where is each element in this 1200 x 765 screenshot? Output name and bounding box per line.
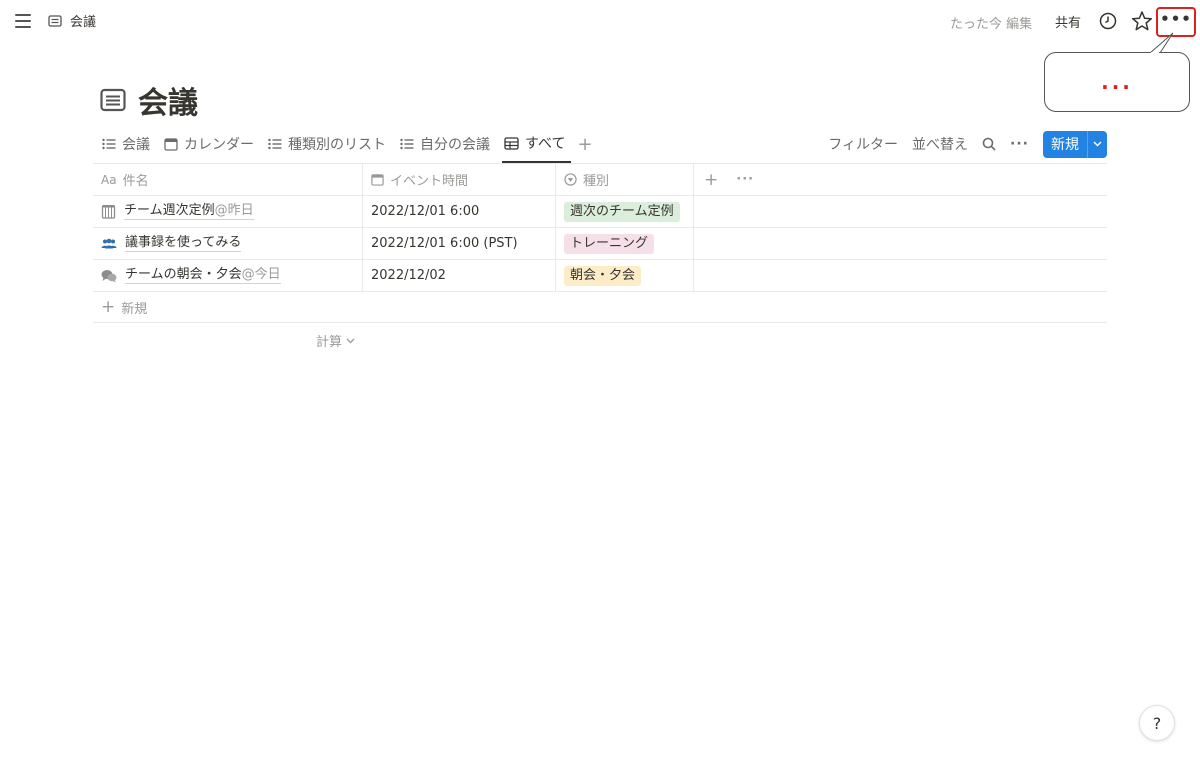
- column-label: 種別: [583, 174, 610, 189]
- tab-list-by-type[interactable]: 種類別のリスト: [266, 130, 392, 158]
- row-name-cell[interactable]: チームの朝会・夕会@今日: [93, 260, 363, 291]
- row-type-cell[interactable]: 週次のチーム定例: [556, 196, 694, 227]
- date-mention: @昨日: [214, 203, 254, 218]
- type-tag: 朝会・夕会: [564, 265, 642, 286]
- document-icon: [100, 88, 126, 112]
- view-tabs: 会議 カレンダー 種類別のリスト 自分の会議 すべて +: [100, 130, 593, 164]
- date-mention: @今日: [241, 267, 281, 282]
- tab-all[interactable]: すべて: [502, 130, 572, 163]
- database-table: Aa 件名 イベント時間 種別 + ··· チーム週次定例@昨日 2022/12…: [93, 163, 1107, 323]
- row-empty-cell: [694, 196, 1107, 227]
- row-type-cell[interactable]: 朝会・夕会: [556, 260, 694, 291]
- more-dots-icon: •••: [1160, 9, 1192, 28]
- select-property-icon: [564, 173, 577, 186]
- row-title-text: チームの朝会・夕会: [125, 267, 242, 282]
- add-column-icon[interactable]: +: [704, 170, 718, 190]
- tab-label: カレンダー: [184, 137, 254, 153]
- add-row-label: 新規: [121, 301, 148, 317]
- people-icon: [101, 238, 117, 248]
- new-button-label: 新規: [1051, 137, 1079, 153]
- row-title-text: チーム週次定例: [124, 203, 215, 218]
- table-header: Aa 件名 イベント時間 種別 + ···: [93, 164, 1107, 196]
- tab-meetings[interactable]: 会議: [100, 130, 156, 158]
- last-edited-text: たった今 編集: [950, 17, 1033, 32]
- star-icon[interactable]: [1131, 10, 1153, 32]
- row-name-cell[interactable]: 議事録を使ってみる: [93, 228, 363, 259]
- column-header-event-time[interactable]: イベント時間: [363, 164, 556, 195]
- row-time-cell[interactable]: 2022/12/01 6:00: [363, 196, 556, 227]
- menu-icon[interactable]: [12, 10, 34, 32]
- column-label: イベント時間: [390, 174, 469, 189]
- add-row-button[interactable]: + 新規: [93, 292, 1107, 323]
- help-button[interactable]: ?: [1139, 705, 1175, 741]
- calculate-button[interactable]: 計算: [316, 331, 355, 350]
- row-title[interactable]: チームの朝会・夕会@今日: [125, 267, 281, 284]
- column-label: 件名: [122, 174, 149, 189]
- list-icon: [400, 138, 414, 150]
- row-empty-cell: [694, 260, 1107, 291]
- tab-label: 会議: [122, 137, 150, 153]
- document-icon: [48, 14, 62, 27]
- view-actions: フィルター 並べ替え ··· 新規: [828, 130, 1107, 158]
- row-title[interactable]: チーム週次定例@昨日: [124, 203, 254, 220]
- tab-calendar[interactable]: カレンダー: [162, 130, 260, 158]
- table-row[interactable]: チームの朝会・夕会@今日 2022/12/02 朝会・夕会: [93, 260, 1107, 292]
- tab-label: すべて: [525, 136, 566, 152]
- row-time-cell[interactable]: 2022/12/02: [363, 260, 556, 291]
- page-title: 会議: [138, 86, 198, 121]
- calculate-label: 計算: [316, 335, 343, 350]
- breadcrumb[interactable]: 会議: [48, 11, 96, 30]
- type-tag: トレーニング: [564, 233, 655, 254]
- add-view-icon[interactable]: +: [577, 130, 592, 158]
- chat-bubbles-icon: [101, 269, 117, 282]
- row-title-text: 議事録を使ってみる: [125, 235, 242, 250]
- row-type-cell[interactable]: トレーニング: [556, 228, 694, 259]
- view-more-icon[interactable]: ···: [1010, 136, 1029, 152]
- tab-label: 自分の会議: [420, 137, 490, 153]
- text-property-icon: Aa: [101, 172, 117, 187]
- new-button[interactable]: 新規: [1043, 130, 1107, 158]
- calendar-grid-icon: [101, 205, 116, 219]
- top-bar: 会議 たった今 編集 共有 •••: [0, 0, 1200, 42]
- chevron-down-icon: [346, 338, 355, 343]
- type-tag: 週次のチーム定例: [564, 201, 680, 222]
- column-header-name[interactable]: Aa 件名: [93, 164, 363, 195]
- more-options-button[interactable]: •••: [1156, 7, 1196, 37]
- share-button[interactable]: 共有: [1055, 12, 1081, 31]
- list-icon: [102, 138, 116, 150]
- callout-text: ...: [1101, 70, 1133, 94]
- breadcrumb-title: 会議: [70, 15, 97, 30]
- tab-label: 種類別のリスト: [288, 137, 386, 153]
- calendar-icon: [371, 174, 384, 186]
- clock-icon[interactable]: [1099, 12, 1117, 30]
- plus-icon: +: [101, 297, 116, 317]
- row-empty-cell: [694, 228, 1107, 259]
- column-header-actions: + ···: [694, 164, 1107, 195]
- row-time-cell[interactable]: 2022/12/01 6:00 (PST): [363, 228, 556, 259]
- tab-my-meetings[interactable]: 自分の会議: [398, 130, 496, 158]
- column-more-icon[interactable]: ···: [736, 172, 754, 187]
- table-row[interactable]: チーム週次定例@昨日 2022/12/01 6:00 週次のチーム定例: [93, 196, 1107, 228]
- page-header: 会議: [100, 78, 198, 122]
- calendar-icon: [164, 138, 178, 151]
- table-icon: [504, 136, 519, 150]
- list-icon: [268, 138, 282, 150]
- callout-bubble: ...: [1044, 52, 1190, 112]
- column-header-type[interactable]: 種別: [556, 164, 694, 195]
- filter-button[interactable]: フィルター: [828, 134, 898, 154]
- sort-button[interactable]: 並べ替え: [912, 134, 968, 154]
- chevron-down-icon[interactable]: [1087, 130, 1107, 158]
- row-name-cell[interactable]: チーム週次定例@昨日: [93, 196, 363, 227]
- table-row[interactable]: 議事録を使ってみる 2022/12/01 6:00 (PST) トレーニング: [93, 228, 1107, 260]
- row-title[interactable]: 議事録を使ってみる: [125, 235, 242, 252]
- search-icon[interactable]: [982, 137, 996, 151]
